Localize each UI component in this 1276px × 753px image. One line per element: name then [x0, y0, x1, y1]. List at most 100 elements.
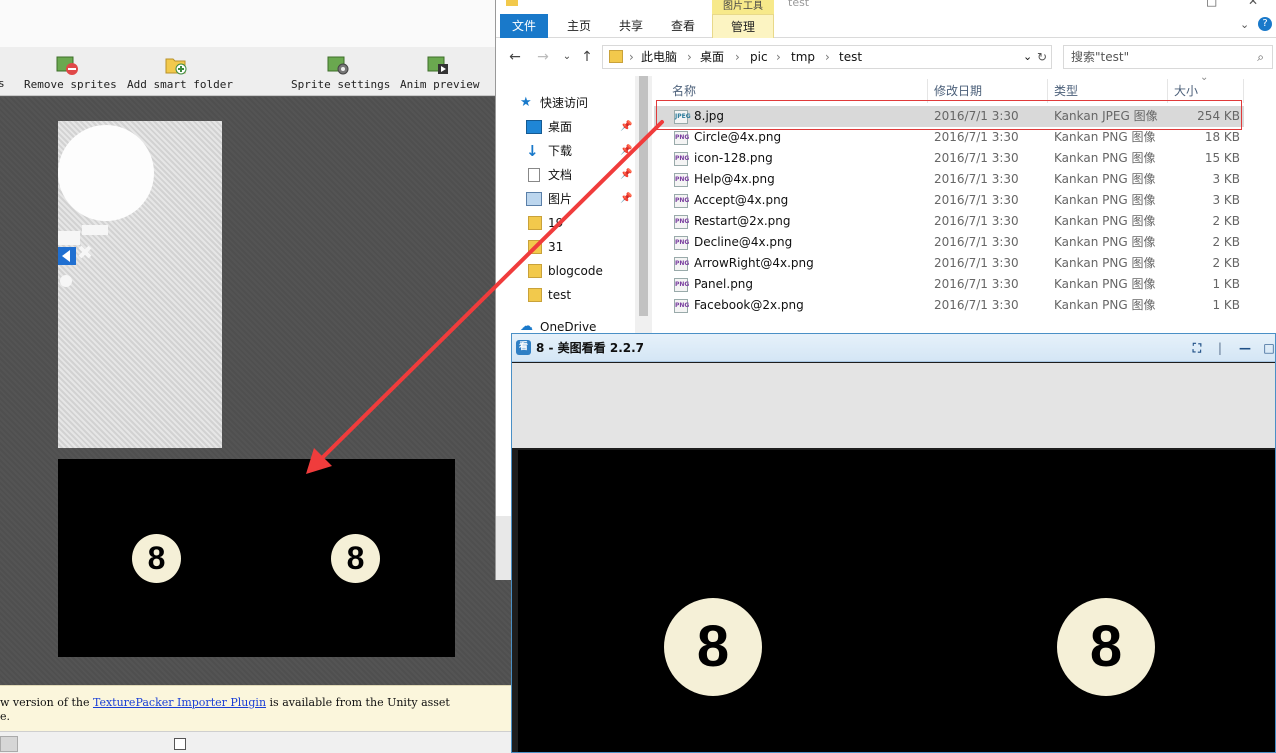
image-file-icon: PNG — [674, 236, 689, 250]
nav-documents[interactable]: 文档 📌 — [526, 163, 636, 187]
forward-arrow-icon[interactable]: → — [534, 48, 552, 66]
breadcrumb-separator-icon: › — [735, 50, 740, 64]
file-name: Panel.png — [694, 277, 754, 291]
notice-text-line2: e. — [0, 710, 11, 723]
file-row[interactable]: PNG Decline@4x.png 2016/7/1 3:30 Kankan PNG… — [654, 232, 1244, 253]
nav-pictures[interactable]: 图片 📌 — [526, 187, 636, 211]
tab-manage[interactable]: 管理 — [712, 14, 774, 38]
search-input[interactable]: 搜索"test" ⌕ — [1063, 45, 1273, 69]
file-row[interactable]: PNG ArrowRight@4x.png 2016/7/1 3:30 Kankan … — [654, 253, 1244, 274]
pin-icon: 📌 — [620, 193, 633, 204]
close-icon[interactable]: ✕ — [1248, 0, 1258, 8]
toolbar-partial-label: s — [0, 77, 5, 90]
tab-home[interactable]: 主页 — [556, 14, 602, 38]
nav-label: 文档 — [548, 168, 573, 182]
anim-preview-button[interactable]: Anim preview — [400, 54, 479, 94]
tab-file[interactable]: 文件 — [500, 14, 548, 38]
add-smart-folder-label: Add smart folder — [127, 78, 233, 91]
file-size: 1 KB — [1212, 277, 1240, 291]
ball-8-right: 8 — [1057, 598, 1155, 696]
sprite-settings-label: Sprite settings — [291, 78, 391, 91]
viewer-image-stage[interactable]: 8 8 — [518, 450, 1275, 752]
file-type: Kankan PNG 图像 — [1054, 130, 1156, 144]
nav-pane-scrollbar[interactable] — [635, 76, 652, 334]
tab-share[interactable]: 共享 — [608, 14, 654, 38]
file-row[interactable]: PNG Restart@2x.png 2016/7/1 3:30 Kankan PNG… — [654, 211, 1244, 232]
file-size: 2 KB — [1212, 214, 1240, 228]
file-row[interactable]: PNG Circle@4x.png 2016/7/1 3:30 Kankan PNG … — [654, 127, 1244, 148]
breadcrumb-this-pc[interactable]: 此电脑 — [641, 46, 677, 68]
breadcrumb-separator-icon: › — [629, 50, 634, 64]
tab-view[interactable]: 查看 — [660, 14, 706, 38]
nav-label: test — [548, 288, 572, 302]
file-type: Kankan PNG 图像 — [1054, 235, 1156, 249]
breadcrumb-desktop[interactable]: 桌面 — [700, 46, 724, 68]
nav-label: 19 — [548, 216, 564, 230]
folder-icon — [506, 0, 518, 6]
breadcrumb-tmp[interactable]: tmp — [791, 46, 815, 68]
cloud-icon: ☁ — [520, 319, 533, 334]
address-input[interactable]: › 此电脑 › 桌面 › pic › tmp › test ⌄ ↻ — [602, 45, 1052, 69]
importer-plugin-link[interactable]: TexturePacker Importer Plugin — [93, 696, 266, 709]
address-dropdown-chevron-icon[interactable]: ⌄ — [1023, 46, 1032, 68]
selected-file-highlight-box — [656, 100, 1242, 130]
notice-text-suffix: is available from the Unity asset — [266, 696, 450, 709]
nav-downloads[interactable]: ↓ 下载 📌 — [526, 139, 636, 163]
folder-icon — [528, 240, 542, 254]
up-arrow-icon[interactable]: ↑ — [578, 48, 596, 66]
back-arrow-icon[interactable]: ← — [506, 48, 524, 66]
file-row[interactable]: PNG icon-128.png 2016/7/1 3:30 Kankan PNG 图… — [654, 148, 1244, 169]
status-checkbox[interactable] — [174, 738, 186, 750]
file-type: Kankan PNG 图像 — [1054, 277, 1156, 291]
remove-sprites-icon — [55, 54, 79, 76]
remove-sprites-button[interactable]: Remove sprites — [24, 54, 117, 94]
plugin-notice: w version of the TexturePacker Importer … — [0, 685, 512, 731]
fullscreen-icon[interactable]: ⛶ — [1189, 340, 1205, 356]
image-file-icon: PNG — [674, 194, 689, 208]
texturepacker-status-bar — [0, 731, 512, 753]
folder-icon — [609, 50, 623, 63]
status-bar-button[interactable] — [0, 736, 18, 752]
image-file-icon: PNG — [674, 278, 689, 292]
desktop-icon — [526, 120, 542, 134]
file-row[interactable]: PNG Help@4x.png 2016/7/1 3:30 Kankan PNG 图像… — [654, 169, 1244, 190]
nav-desktop[interactable]: 桌面 📌 — [526, 115, 636, 139]
explorer-title-bar: test □ ✕ — [496, 0, 1276, 14]
file-modified-date: 2016/7/1 3:30 — [934, 172, 1019, 186]
viewer-toolbar — [512, 363, 1275, 448]
folder-icon — [528, 288, 542, 302]
file-name: Circle@4x.png — [694, 130, 782, 144]
image-file-icon: PNG — [674, 257, 689, 271]
recent-locations-chevron-icon[interactable]: ⌄ — [558, 48, 576, 66]
remove-sprites-label: Remove sprites — [24, 78, 117, 91]
add-smart-folder-button[interactable]: Add smart folder — [127, 54, 233, 94]
viewer-title-bar: 看 8 - 美图看看 2.2.7 ⛶ | — □ — [512, 334, 1275, 362]
help-icon[interactable]: ? — [1258, 17, 1272, 31]
maximize-icon[interactable]: □ — [1261, 340, 1275, 356]
file-modified-date: 2016/7/1 3:30 — [934, 277, 1019, 291]
circle-sprite — [58, 125, 154, 221]
sprite-settings-button[interactable]: Sprite settings — [291, 54, 390, 94]
search-placeholder: 搜索"test" — [1071, 50, 1130, 64]
file-row[interactable]: PNG Panel.png 2016/7/1 3:30 Kankan PNG 图像 1 … — [654, 274, 1244, 295]
file-modified-date: 2016/7/1 3:30 — [934, 214, 1019, 228]
sprite-sheet-canvas[interactable]: 8 8 — [0, 97, 512, 685]
ball-8-left: 8 — [132, 534, 181, 583]
file-row[interactable]: PNG Facebook@2x.png 2016/7/1 3:30 Kankan PN… — [654, 295, 1244, 316]
image-file-icon: PNG — [674, 152, 689, 166]
explorer-window-title: test — [788, 0, 810, 9]
file-row[interactable]: PNG Accept@4x.png 2016/7/1 3:30 Kankan PNG … — [654, 190, 1244, 211]
file-name: Accept@4x.png — [694, 193, 789, 207]
breadcrumb-pic[interactable]: pic — [750, 46, 768, 68]
file-size: 3 KB — [1212, 193, 1240, 207]
refresh-icon[interactable]: ↻ — [1037, 46, 1047, 68]
document-icon — [528, 168, 540, 182]
breadcrumb-test[interactable]: test — [839, 46, 862, 68]
restore-icon[interactable]: □ — [1206, 0, 1217, 8]
folder-icon — [528, 216, 542, 230]
search-icon[interactable]: ⌕ — [1257, 46, 1264, 68]
minimize-icon[interactable]: — — [1237, 340, 1253, 356]
breadcrumb-separator-icon: › — [776, 50, 781, 64]
ribbon-expand-chevron-icon[interactable]: ⌄ — [1240, 18, 1249, 31]
scrollbar-thumb[interactable] — [639, 76, 648, 316]
